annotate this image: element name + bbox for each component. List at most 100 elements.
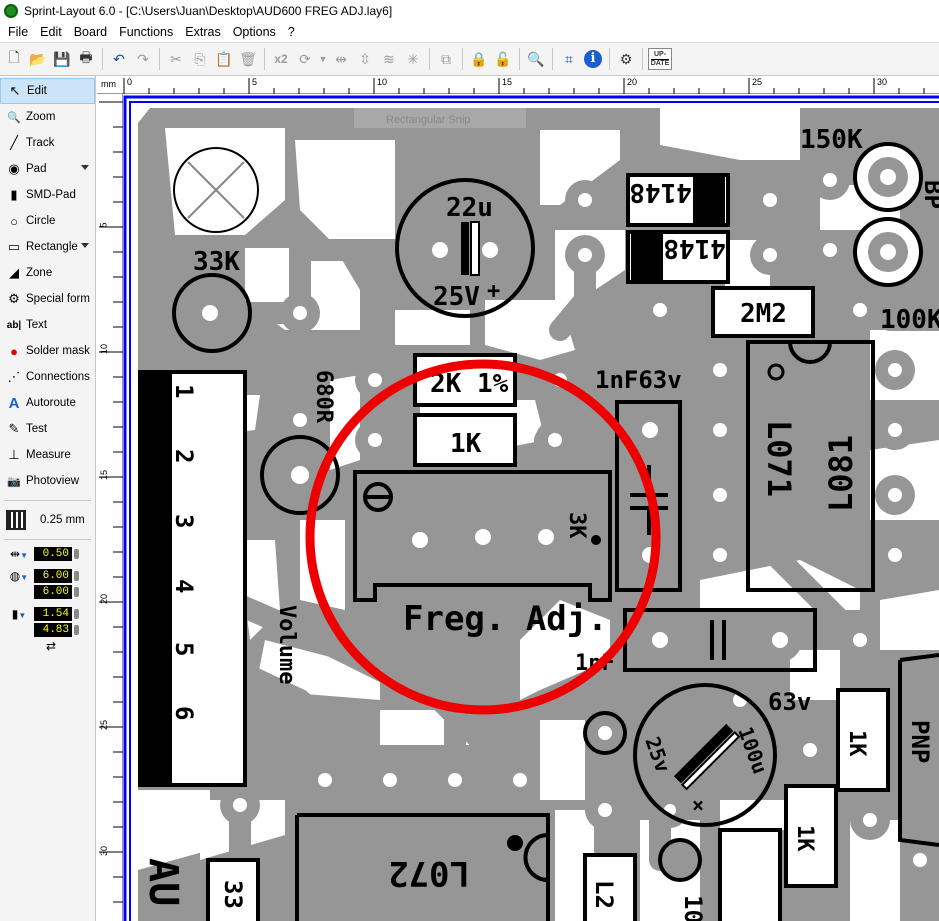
rotate-icon[interactable]: ⟳ xyxy=(294,48,316,70)
pad-outer-spinner[interactable] xyxy=(74,571,79,581)
mirror-horizontal-icon[interactable]: ⇹ xyxy=(330,48,352,70)
label-pin-1: 1 xyxy=(170,384,198,398)
swap-icon[interactable]: ⇄ xyxy=(34,639,56,653)
smd-height-input[interactable]: 4.83 xyxy=(34,623,72,637)
circle-icon: ○ xyxy=(10,213,18,229)
smd-width-input[interactable]: 1.54 xyxy=(34,607,72,621)
tool-circle[interactable]: ○ Circle xyxy=(0,208,95,234)
grid-selector[interactable]: 0.25 mm xyxy=(0,507,95,533)
tool-autoroute[interactable]: A Autoroute xyxy=(0,390,95,416)
menu-file[interactable]: File xyxy=(2,25,34,39)
smd-width-spinner[interactable] xyxy=(74,609,79,619)
save-icon[interactable]: 💾 xyxy=(51,48,73,70)
open-folder-icon[interactable]: 📂 xyxy=(27,48,49,70)
tool-edit[interactable]: ↖ Edit xyxy=(0,78,95,104)
ruler-left: 5 10 15 20 25 30 xyxy=(97,94,123,921)
ruler-left-scale xyxy=(99,101,123,903)
crop-icon[interactable]: ⌗ xyxy=(558,48,580,70)
label-volume: Volume xyxy=(274,605,299,684)
tool-zone[interactable]: ◢ Zone xyxy=(0,260,95,286)
lock-icon[interactable]: 🔒 xyxy=(468,48,490,70)
new-file-icon[interactable]: 🗋 xyxy=(3,48,25,70)
sidebar-separator xyxy=(4,539,91,540)
unlock-icon[interactable]: 🔓 xyxy=(492,48,514,70)
smd-height-spinner[interactable] xyxy=(74,625,79,635)
copy-icon[interactable]: ⎘ xyxy=(189,48,211,70)
tool-zoom[interactable]: 🔍 Zoom xyxy=(0,104,95,130)
label-freq-adj: Freg. Adj. xyxy=(403,599,608,639)
pad-inner-input[interactable]: 6.00 xyxy=(34,585,72,599)
label-150k: 150K xyxy=(800,125,863,155)
mirror-vertical-icon[interactable]: ⇳ xyxy=(354,48,376,70)
board-canvas[interactable]: 33K 22u 25V + 150K 2M2 100K 2K 1% 1K 1nF… xyxy=(123,94,939,921)
tool-rectangle[interactable]: ▭ Rectangle xyxy=(0,234,95,260)
search-icon[interactable]: 🔍 xyxy=(525,48,547,70)
chevron-down-icon[interactable] xyxy=(81,165,89,170)
label-33k: 33K xyxy=(193,247,240,277)
connections-icon: ⋰ xyxy=(7,369,21,384)
undo-icon[interactable]: ↶ xyxy=(108,48,130,70)
menu-edit[interactable]: Edit xyxy=(34,25,68,39)
label-3k: 3K xyxy=(564,512,589,539)
title-bar: Sprint-Layout 6.0 - [C:\Users\Juan\Deskt… xyxy=(0,0,939,22)
info-icon[interactable]: i xyxy=(582,48,604,70)
tool-measure[interactable]: ⊥ Measure xyxy=(0,442,95,468)
align-icon[interactable]: ≋ xyxy=(378,48,400,70)
label-plus: + xyxy=(487,279,500,304)
tool-smd-pad[interactable]: ▮ SMD-Pad xyxy=(0,182,95,208)
rotate-dropdown-icon[interactable]: ▼ xyxy=(318,48,328,70)
track-width-spinner[interactable] xyxy=(74,549,79,559)
photoview-icon: 📷 xyxy=(7,475,21,488)
chevron-down-icon[interactable] xyxy=(81,243,89,248)
tool-label: Test xyxy=(26,423,48,435)
ruler-top-label: 30 xyxy=(877,77,888,87)
menu-extras[interactable]: Extras xyxy=(179,25,226,39)
track-width-input[interactable]: 0.50 xyxy=(34,547,72,561)
pad-outer-input[interactable]: 6.00 xyxy=(34,569,72,583)
tool-track[interactable]: ╱ Track xyxy=(0,130,95,156)
ruler-left-label: 15 xyxy=(99,469,110,481)
toolbar-separator xyxy=(462,48,463,70)
menu-options[interactable]: Options xyxy=(227,25,282,39)
paste-icon[interactable]: 📋 xyxy=(213,48,235,70)
tool-photoview[interactable]: 📷 Photoview xyxy=(0,468,95,494)
menu-board[interactable]: Board xyxy=(68,25,113,39)
tool-connections[interactable]: ⋰ Connections xyxy=(0,364,95,390)
label-pin-6: 6 xyxy=(170,706,198,720)
toolbar-separator xyxy=(552,48,553,70)
group-icon[interactable]: ⧉ xyxy=(435,48,457,70)
update-label-bottom: DATE xyxy=(650,58,670,67)
label-22u: 22u xyxy=(446,193,493,223)
ruler-top: mm 0 5 10 15 20 25 30 xyxy=(97,76,939,94)
tool-label: Autoroute xyxy=(26,397,76,409)
pad-inner-spinner[interactable] xyxy=(74,587,79,597)
pcb-layout[interactable]: 33K 22u 25V + 150K 2M2 100K 2K 1% 1K 1nF… xyxy=(123,94,939,921)
snap-icon[interactable]: ✳ xyxy=(402,48,424,70)
label-pnp: PNP xyxy=(906,720,934,763)
tool-special-form[interactable]: ⚙ Special form xyxy=(0,286,95,312)
redo-icon[interactable]: ↷ xyxy=(132,48,154,70)
track-width-row: ⇹▼ 0.50 xyxy=(0,546,95,562)
tool-solder-mask[interactable]: ● Solder mask xyxy=(0,338,95,364)
label-1k-c: 1K xyxy=(792,825,817,852)
grid-icon xyxy=(6,510,26,530)
duplicate-button[interactable]: x2 xyxy=(270,48,292,70)
menu-functions[interactable]: Functions xyxy=(113,25,179,39)
print-icon[interactable]: 🖶 xyxy=(75,48,97,70)
ruler-left-label: 30 xyxy=(99,845,110,857)
tool-label: Edit xyxy=(27,85,47,97)
update-button[interactable]: UP- DATE xyxy=(648,48,672,70)
delete-icon[interactable]: 🗑 xyxy=(237,48,259,70)
tool-text[interactable]: ab| Text xyxy=(0,312,95,338)
label-pin-4: 4 xyxy=(170,579,198,593)
label-33: 33 xyxy=(219,880,247,909)
tool-pad[interactable]: ◉ Pad xyxy=(0,156,95,182)
tool-label: Zoom xyxy=(26,111,56,123)
pad-size-icon: ◍▼ xyxy=(9,569,29,583)
tool-label: Solder mask xyxy=(26,345,90,357)
cut-icon[interactable]: ✂ xyxy=(165,48,187,70)
menu-help[interactable]: ? xyxy=(282,25,301,39)
macro-icon[interactable]: ⚙ xyxy=(615,48,637,70)
label-l071: L071 xyxy=(760,420,798,497)
tool-test[interactable]: ✎ Test xyxy=(0,416,95,442)
